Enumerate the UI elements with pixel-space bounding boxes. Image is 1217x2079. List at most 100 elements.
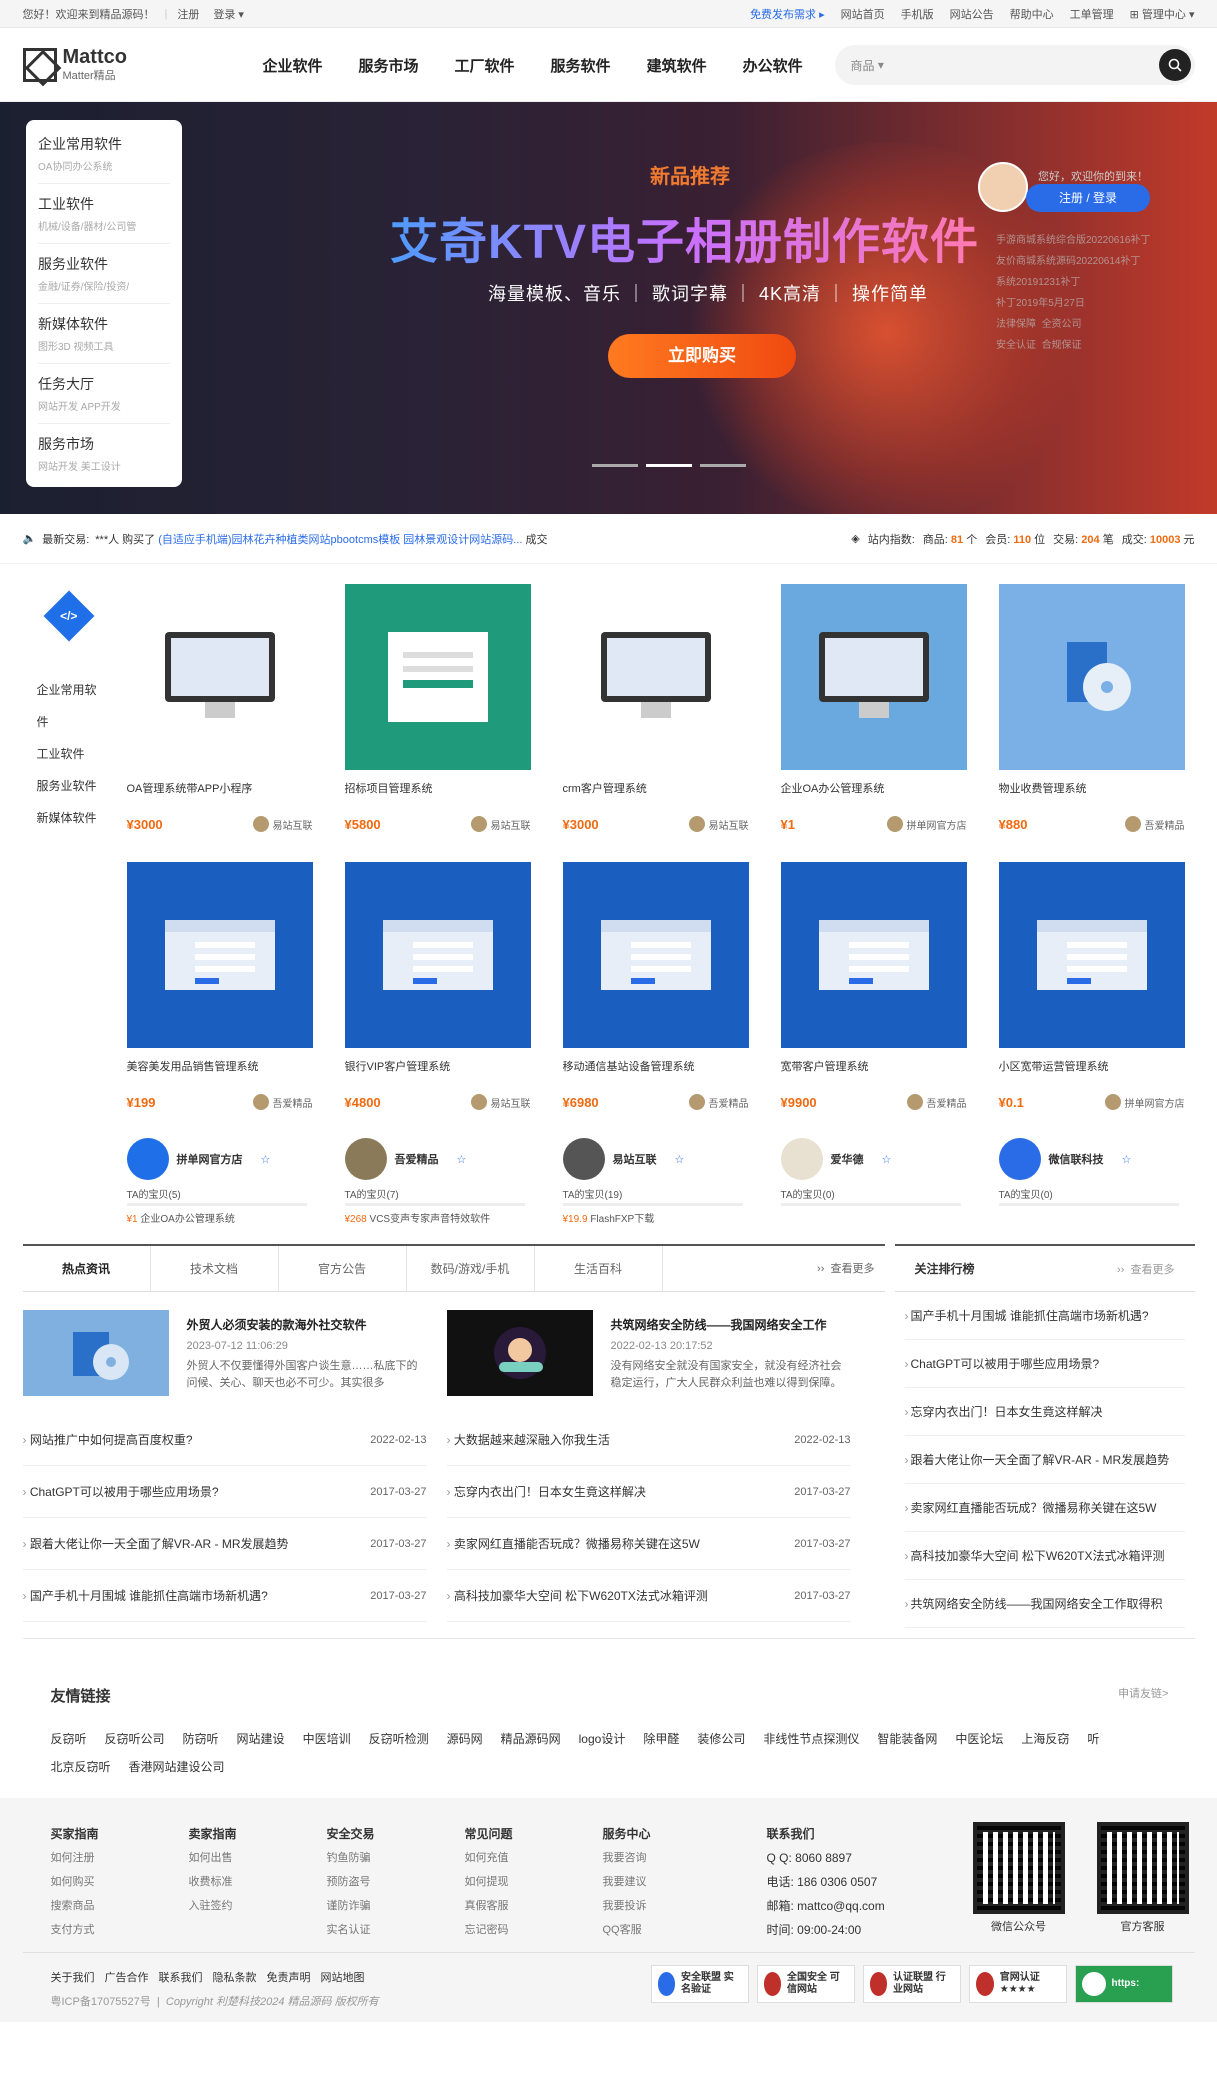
banner-category-item[interactable]: 工业软件 机械/设备/器材/公司管 (38, 184, 170, 244)
product-shop[interactable]: 拼单网官方店 (886, 816, 967, 832)
carousel-dot[interactable] (646, 464, 692, 467)
top-link-help[interactable]: 帮助中心 (1010, 6, 1054, 22)
ranking-item[interactable]: 共筑网络安全防线——我国网络安全工作取得积 (904, 1580, 1185, 1628)
shop-card[interactable]: 拼单网官方店 ☆ TA的宝贝(5) ¥1 企业OA办公管理系统 (126, 1138, 313, 1225)
friend-link[interactable]: 听 (1087, 1725, 1099, 1753)
product-card[interactable]: 招标项目管理系统 ¥5800 易站互联 (344, 584, 531, 832)
tab-announcements[interactable]: 官方公告 (279, 1246, 407, 1291)
product-image[interactable] (126, 862, 313, 1048)
product-name[interactable]: crm客户管理系统 (563, 780, 749, 800)
trust-badge[interactable]: 认证联盟 行业网站 (862, 1965, 961, 2003)
list-item[interactable]: 网站推广中如何提高百度权重?2022-02-13 (22, 1414, 427, 1466)
friend-link[interactable]: 北京反窃听 (51, 1753, 111, 1781)
footer-link[interactable]: 我要建议 (603, 1870, 651, 1894)
friend-link[interactable]: 精品源码网 (501, 1725, 561, 1753)
product-shop[interactable]: 吾爱精品 (688, 1094, 749, 1110)
site-logo[interactable]: Mattco Matter精品 (22, 47, 223, 83)
nav-item-building[interactable]: 建筑软件 (647, 55, 707, 76)
shop-logo[interactable] (562, 1138, 605, 1180)
product-name[interactable]: 招标项目管理系统 (345, 780, 531, 800)
product-card[interactable]: 美容美发用品销售管理系统 ¥199 吾爱精品 (126, 862, 313, 1110)
product-card[interactable]: 宽带客户管理系统 ¥9900 吾爱精品 (780, 862, 967, 1110)
friend-link[interactable]: 源码网 (447, 1725, 483, 1753)
trust-badge[interactable]: 官网认证 ★★★★ (968, 1965, 1067, 2003)
ticker-item-link[interactable]: (自适应手机端)园林花卉种植类网站pbootcms模板 园林景观设计网站源码..… (158, 531, 522, 547)
friend-link[interactable]: 中医培训 (303, 1725, 351, 1753)
search-icon[interactable] (1158, 49, 1191, 81)
trust-badge[interactable]: 全国安全 可信网站 (756, 1965, 855, 2003)
footer-bottom-link[interactable]: 关于我们 (51, 1972, 95, 1984)
friend-link[interactable]: 香港网站建设公司 (129, 1753, 225, 1781)
footer-bottom-link[interactable]: 广告合作 (105, 1972, 149, 1984)
friend-link[interactable]: 网站建设 (237, 1725, 285, 1753)
footer-link[interactable]: 预防盗号 (327, 1870, 375, 1894)
list-item[interactable]: 高科技加豪华大空间 松下W620TX法式冰箱评测2017-03-27 (446, 1570, 851, 1622)
list-item[interactable]: 国产手机十月围城 谁能抓住高端市场新机遇?2017-03-27 (22, 1570, 427, 1622)
product-name[interactable]: 美容美发用品销售管理系统 (127, 1058, 313, 1078)
footer-bottom-link[interactable]: 隐私条款 (213, 1972, 257, 1984)
ranking-more-link[interactable]: ›› 查看更多 (1117, 1261, 1174, 1277)
shop-name[interactable]: 拼单网官方店 (177, 1151, 243, 1167)
banner-category-item[interactable]: 服务市场 网站开发 美工设计 (38, 424, 170, 483)
trust-badge[interactable]: 安全联盟 实名验证 (650, 1965, 749, 2003)
product-name[interactable]: OA管理系统带APP小程序 (127, 780, 313, 800)
product-image[interactable] (126, 584, 313, 770)
tab-digital[interactable]: 数码/游戏/手机 (407, 1246, 535, 1291)
nav-item-service-market[interactable]: 服务市场 (359, 55, 419, 76)
product-shop[interactable]: 拼单网官方店 (1104, 1094, 1185, 1110)
ranking-item[interactable]: 国产手机十月围城 谁能抓住高端市场新机遇? (904, 1292, 1185, 1340)
product-name[interactable]: 移动通信基站设备管理系统 (563, 1058, 749, 1078)
shop-card[interactable]: 易站互联 ☆ TA的宝贝(19) ¥19.9 FlashFXP下载 (562, 1138, 749, 1225)
icp-text[interactable]: 粤ICP备17075527号 (51, 1996, 151, 2008)
product-shop[interactable]: 易站互联 (688, 816, 749, 832)
footer-link[interactable]: QQ客服 (603, 1918, 651, 1942)
shop-featured-item[interactable]: ¥19.9 FlashFXP下载 (563, 1210, 749, 1225)
product-image[interactable] (562, 862, 749, 1048)
product-card[interactable]: crm客户管理系统 ¥3000 易站互联 (562, 584, 749, 832)
product-shop[interactable]: 吾爱精品 (906, 1094, 967, 1110)
top-link-ticket[interactable]: 工单管理 (1070, 6, 1114, 22)
shop-logo[interactable] (344, 1138, 387, 1180)
friend-link[interactable]: 反窃听 (51, 1725, 87, 1753)
tab-life[interactable]: 生活百科 (535, 1246, 663, 1291)
footer-bottom-link[interactable]: 网站地图 (321, 1972, 365, 1984)
product-card[interactable]: 移动通信基站设备管理系统 ¥6980 吾爱精品 (562, 862, 749, 1110)
list-item[interactable]: 卖家网红直播能否玩成？微播易称关键在这5W2017-03-27 (446, 1518, 851, 1570)
top-link-mobile[interactable]: 手机版 (901, 6, 934, 22)
product-shop[interactable]: 易站互联 (470, 816, 531, 832)
banner-category-item[interactable]: 服务业软件 金融/证券/保险/投资/ (38, 244, 170, 304)
friend-link[interactable]: 防窃听 (183, 1725, 219, 1753)
friend-link[interactable]: 中医论坛 (955, 1725, 1003, 1753)
product-shop[interactable]: 易站互联 (470, 1094, 531, 1110)
footer-link[interactable]: 如何出售 (189, 1846, 237, 1870)
product-card[interactable]: OA管理系统带APP小程序 ¥3000 易站互联 (126, 584, 313, 832)
list-item[interactable]: 大数据越来越深融入你我生活2022-02-13 (446, 1414, 851, 1466)
product-shop[interactable]: 吾爱精品 (1124, 816, 1185, 832)
footer-link[interactable]: 如何注册 (51, 1846, 99, 1870)
footer-link[interactable]: 收费标准 (189, 1870, 237, 1894)
footer-link[interactable]: 实名认证 (327, 1918, 375, 1942)
footer-bottom-link[interactable]: 免责声明 (267, 1972, 311, 1984)
nav-item-enterprise[interactable]: 企业软件 (263, 55, 323, 76)
product-name[interactable]: 企业OA办公管理系统 (781, 780, 967, 800)
top-link-notice[interactable]: 网站公告 (950, 6, 994, 22)
free-publish-link[interactable]: 免费发布需求 ▸ (750, 6, 825, 22)
friend-link[interactable]: 反窃听检测 (369, 1725, 429, 1753)
product-image[interactable] (562, 584, 749, 770)
friend-link[interactable]: 反窃听公司 (105, 1725, 165, 1753)
product-card[interactable]: 物业收费管理系统 ¥880 吾爱精品 (998, 584, 1185, 832)
shop-featured-item[interactable]: ¥1 企业OA办公管理系统 (127, 1210, 313, 1225)
product-card[interactable]: 银行VIP客户管理系统 ¥4800 易站互联 (344, 862, 531, 1110)
ranking-item[interactable]: 跟着大佬让你一天全面了解VR-AR - MR发展趋势 (904, 1436, 1185, 1484)
footer-link[interactable]: 如何提现 (465, 1870, 513, 1894)
footer-link[interactable]: 真假客服 (465, 1894, 513, 1918)
banner-category-item[interactable]: 新媒体软件 图形3D 视频工具 (38, 304, 170, 364)
top-link-home[interactable]: 网站首页 (841, 6, 885, 22)
carousel-dot[interactable] (592, 464, 638, 467)
login-link[interactable]: 登录 ▾ (213, 6, 244, 22)
apply-link[interactable]: 申请友链> (1118, 1685, 1168, 1701)
product-name[interactable]: 宽带客户管理系统 (781, 1058, 967, 1078)
friend-link[interactable]: 装修公司 (697, 1725, 745, 1753)
tab-hot-news[interactable]: 热点资讯 (22, 1246, 151, 1291)
side-category-item[interactable]: 工业软件 (37, 738, 127, 770)
